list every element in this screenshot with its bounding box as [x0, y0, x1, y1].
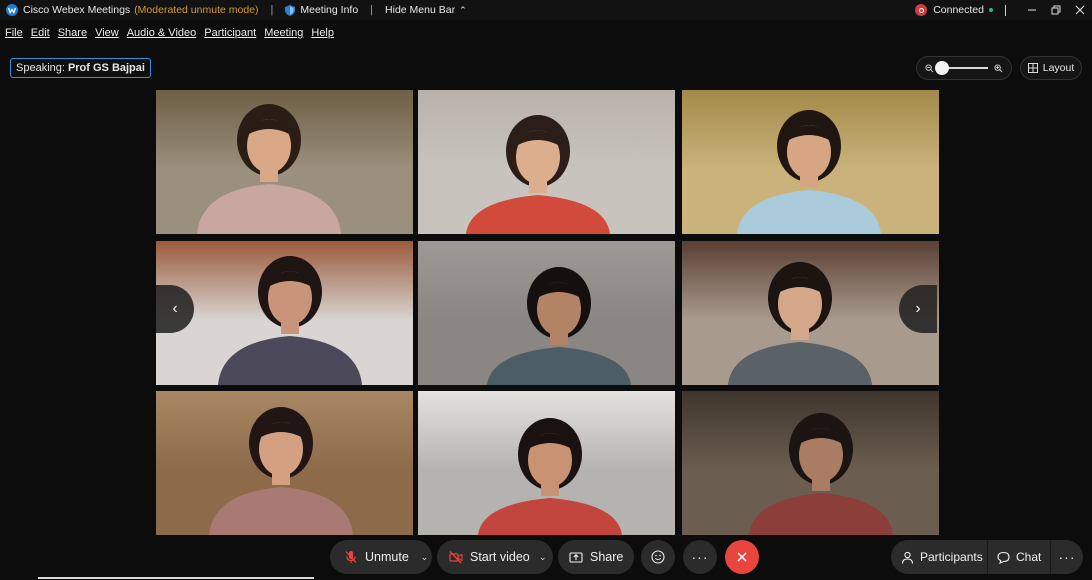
webex-logo-icon [6, 4, 18, 16]
unmute-control: Unmute ⌄ [330, 540, 432, 574]
participant-video-tile[interactable] [156, 90, 413, 234]
participant-video-feed [466, 115, 610, 234]
participant-video-feed [197, 104, 341, 234]
participant-video-feed [487, 267, 631, 385]
participant-video-tile[interactable] [418, 90, 675, 234]
smiley-icon [651, 550, 665, 564]
share-button[interactable]: Share [558, 540, 634, 574]
unmute-button[interactable]: Unmute [330, 540, 409, 574]
chat-label: Chat [1016, 550, 1042, 564]
menu-file[interactable]: File [5, 27, 23, 39]
recording-icon [915, 4, 928, 16]
menu-participant[interactable]: Participant [204, 27, 256, 39]
zoom-in-icon[interactable] [994, 63, 1003, 73]
menu-meeting[interactable]: Meeting [264, 27, 303, 39]
participant-icon [901, 551, 914, 564]
unmute-label: Unmute [365, 550, 409, 564]
restore-icon [1051, 5, 1061, 15]
menu-bar: File Edit Share View Audio & Video Parti… [0, 24, 342, 42]
speaker-name: Prof GS Bajpai [67, 62, 145, 74]
zoom-slider[interactable] [935, 61, 988, 75]
participant-video-tile[interactable] [156, 391, 413, 535]
microphone-muted-icon [345, 551, 357, 563]
participant-video-tile[interactable] [418, 391, 675, 535]
meeting-controls-bar: Unmute ⌄ Start video ⌄ Share ··· Partici… [0, 536, 1092, 580]
menu-help[interactable]: Help [311, 27, 334, 39]
title-divider: | [370, 4, 374, 16]
layout-label: Layout [1042, 62, 1075, 74]
status-divider [1005, 4, 1006, 16]
connection-indicator-icon [989, 8, 993, 12]
title-bar: Cisco Webex Meetings (Moderated unmute m… [0, 0, 1092, 20]
layout-button[interactable]: Layout [1020, 56, 1082, 80]
restore-button[interactable] [1044, 0, 1068, 20]
chevron-up-icon: ⌃ [459, 4, 467, 15]
panel-buttons-group: Participants Chat ··· [891, 540, 1083, 574]
connection-status: Connected [933, 4, 984, 16]
camera-off-icon [449, 551, 463, 564]
more-dots-icon: ··· [691, 549, 709, 565]
participant-video-tile[interactable] [156, 241, 413, 385]
video-grid [156, 90, 939, 535]
share-label: Share [590, 550, 624, 564]
menu-audio-video[interactable]: Audio & Video [127, 27, 197, 39]
participant-video-feed [478, 418, 622, 535]
unmute-mode-label: (Moderated unmute mode) [134, 4, 259, 16]
close-window-button[interactable] [1068, 0, 1092, 20]
audio-options-dropdown[interactable]: ⌄ [417, 552, 432, 563]
close-icon [737, 552, 747, 562]
minimize-button[interactable] [1020, 0, 1044, 20]
active-speaker-badge: Speaking: Prof GS Bajpai [10, 58, 151, 78]
participant-video-feed [209, 407, 353, 535]
video-options-dropdown[interactable]: ⌄ [534, 552, 552, 563]
reactions-button[interactable] [641, 540, 675, 574]
video-control: Start video ⌄ [437, 540, 553, 574]
start-video-button[interactable]: Start video [437, 540, 530, 574]
meeting-info-label: Meeting Info [300, 4, 359, 16]
participant-video-feed [737, 110, 881, 234]
participants-button[interactable]: Participants [891, 540, 987, 574]
chat-button[interactable]: Chat [988, 540, 1050, 574]
zoom-out-icon[interactable] [925, 63, 934, 73]
share-icon [569, 552, 583, 563]
participant-video-feed [749, 413, 893, 535]
more-dots-icon: ··· [1058, 549, 1076, 565]
participant-video-tile[interactable] [682, 391, 939, 535]
participant-video-tile[interactable] [682, 90, 939, 234]
menu-share[interactable]: Share [58, 27, 87, 39]
share-button-content: Share [558, 540, 623, 574]
app-title: Cisco Webex Meetings [23, 4, 131, 16]
meeting-info-button[interactable]: Meeting Info [285, 4, 358, 16]
speaking-prefix: Speaking: [16, 62, 65, 74]
chevron-down-icon: ⌄ [420, 551, 429, 562]
title-divider: | [270, 4, 274, 16]
menu-edit[interactable]: Edit [31, 27, 50, 39]
participant-video-tile[interactable] [418, 241, 675, 385]
shield-icon [285, 4, 296, 16]
chevron-left-icon: ‹ [172, 300, 178, 317]
close-icon [1075, 5, 1085, 15]
participants-label: Participants [920, 550, 983, 564]
chevron-right-icon: › [915, 300, 921, 317]
chat-bubble-icon [997, 551, 1010, 564]
zoom-slider-handle[interactable] [935, 61, 950, 75]
more-options-button[interactable]: ··· [683, 540, 717, 574]
layout-grid-icon [1027, 63, 1038, 73]
leave-meeting-button[interactable] [725, 540, 759, 574]
minimize-icon [1028, 9, 1036, 11]
start-video-label: Start video [470, 550, 530, 564]
zoom-control [916, 56, 1012, 80]
hide-menu-bar-label: Hide Menu Bar [385, 4, 456, 16]
participant-video-feed [218, 256, 362, 385]
taskbar-indicator [38, 577, 314, 579]
more-panels-button[interactable]: ··· [1051, 540, 1083, 574]
chevron-down-icon: ⌄ [538, 551, 547, 562]
hide-menu-bar-button[interactable]: Hide Menu Bar ⌃ [385, 4, 467, 16]
menu-view[interactable]: View [95, 27, 119, 39]
